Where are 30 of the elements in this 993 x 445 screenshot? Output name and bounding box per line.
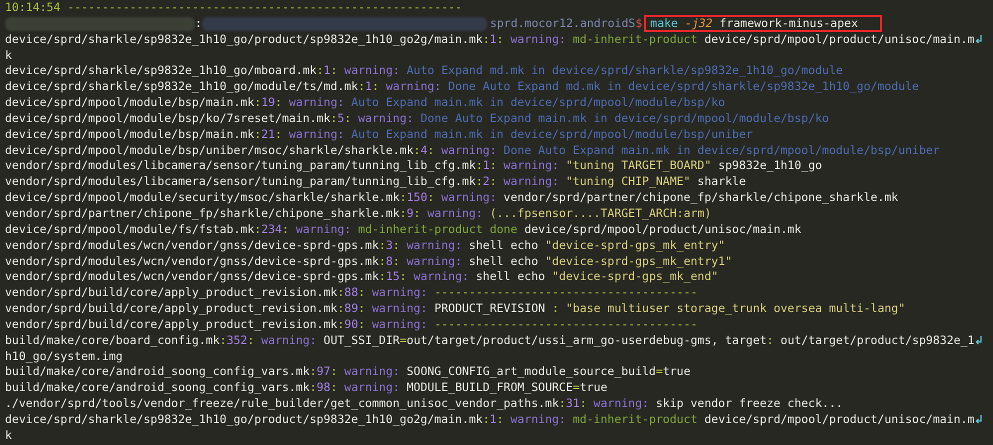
log-line: vendor/sprd/modules/wcn/vendor/gnss/device-sprd-gps.mk:15: warning: shell echo "device-sprd-gps_mk_end" <box>5 269 718 286</box>
log-line: device/sprd/mpool/module/bsp/main.mk:21: warning: Auto Expand main.mk in device/sprd/mpool/module/bsp/uniber <box>5 126 753 143</box>
prompt-separator: : <box>195 16 202 32</box>
log-line: vendor/sprd/build/core/apply_product_revision.mk:88: warning: -------------------------------------- <box>5 285 698 302</box>
log-line: vendor/sprd/modules/wcn/vendor/gnss/device-sprd-gps.mk:8: warning: shell echo "device-sprd-gps_mk_entry1" <box>5 254 732 270</box>
log-line: device/sprd/mpool/module/security/msoc/sharkle/sharkle.mk:150: warning: vendor/sprd/partner/chipone_fp/sharkle/chipone_sharkle.mk <box>5 190 898 206</box>
log-line: k <box>5 428 12 444</box>
log-line: device/sprd/sharkle/sp9832e_1h10_go/module/ts/md.mk:1: warning: Done Auto Expand md.mk in device/sprd/sharkle/sp9832e_1h10_go/module <box>5 79 919 96</box>
log-line: vendor/sprd/modules/wcn/vendor/gnss/device-sprd-gps.mk:3: warning: shell echo "device-sprd-gps_mk_entry" <box>5 238 726 254</box>
prompt-text: sprd.mocor12.androidS$ <box>490 16 642 32</box>
log-line: vendor/sprd/build/core/apply_product_revision.mk:90: warning: -------------------------------------- <box>5 316 698 333</box>
log-line: vendor/sprd/modules/libcamera/sensor/tuning_param/tunning_lib_cfg.mk:1: warning: "tuning TARGET_BOARD" sp9832e_1h10_go <box>5 158 822 174</box>
log-line: device/sprd/sharkle/sp9832e_1h10_go/product/sp9832e_1h10_go2g/main.mk:1: warning: md-inherit-product device/sprd/mpool/product/unisoc/main.m <box>5 412 974 428</box>
log-line: k <box>5 48 12 64</box>
log-line: vendor/sprd/modules/libcamera/sensor/tuning_param/tunning_lib_cfg.mk:2: warning: "tuning CHIP_NAME" sharkle <box>5 174 746 190</box>
log-line: vendor/sprd/build/core/apply_product_revision.mk:89: warning: PRODUCT_REVISION : "base multiuser storage_trunk oversea multi-lang" <box>5 301 906 317</box>
log-line: build/make/core/android_soong_config_vars.mk:98: warning: MODULE_BUILD_FROM_SOURCE=true <box>5 380 608 396</box>
log-line: device/sprd/sharkle/sp9832e_1h10_go/mboard.mk:1: warning: Auto Expand md.mk in device/sprd/sharkle/sp9832e_1h10_go/module <box>5 63 843 80</box>
log-line: device/sprd/sharkle/sp9832e_1h10_go/product/sp9832e_1h10_go2g/main.mk:1: warning: md-inherit-product device/sprd/mpool/product/unisoc/main.m <box>5 32 974 48</box>
log-line: h10_go/system.img <box>5 348 123 364</box>
log-line: device/sprd/mpool/module/bsp/main.mk:19: warning: Auto Expand main.mk in device/sprd/mpool/module/bsp/ko <box>5 95 726 111</box>
log-line: 10:14:54 --------------------------------------------------------- <box>5 0 462 16</box>
log-line: device/sprd/mpool/module/bsp/ko/7sreset/main.mk:5: warning: Done Auto Expand main.mk in device/sprd/mpool/module/bsp/ko <box>5 110 829 127</box>
log-line: vendor/sprd/partner/chipone_fp/sharkle/chipone_sharkle.mk:9: warning: (...fpsensor....TARGET_ARCH:arm) <box>5 206 712 222</box>
log-line: build/make/core/android_soong_config_vars.mk:97: warning: SOONG_CONFIG_art_module_source_build=true <box>5 364 691 380</box>
highlighted-command: make -j32 framework-minus-apex <box>644 15 882 32</box>
log-line: device/sprd/mpool/module/fs/fstab.mk:234: warning: md-inherit-product done device/sprd/mpool/product/unisoc/main.mk <box>5 222 802 238</box>
log-line: device/sprd/mpool/module/bsp/uniber/msoc/sharkle/sharkle.mk:4: warning: Done Auto Expand main.mk in device/sprd/mpool/module/bsp/uniber <box>5 142 940 158</box>
log-line: ./vendor/sprd/tools/vendor_freeze/rule_builder/get_common_unisoc_vendor_paths.mk:31: warning: skip vendor freeze check... <box>5 396 843 412</box>
log-line: build/make/core/board_config.mk:352: warning: OUT_SSI_DIR=out/target/product/ussi_arm_go-userdebug-gms, target: out/target/product/sp9832e_1 <box>5 332 974 349</box>
